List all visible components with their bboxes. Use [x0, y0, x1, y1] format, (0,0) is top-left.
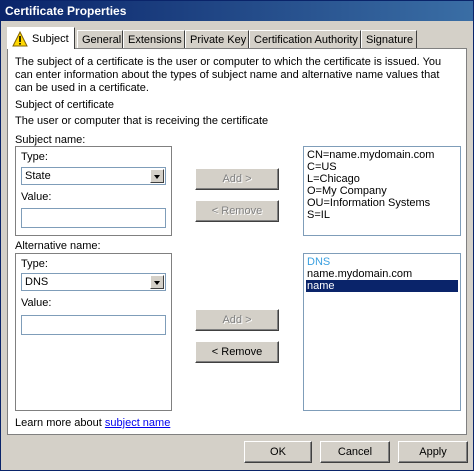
list-item[interactable]: L=Chicago [306, 173, 458, 185]
apply-button[interactable]: Apply [398, 441, 468, 463]
section-description: The user or computer that is receiving t… [15, 115, 269, 127]
list-group-header: DNS [307, 256, 331, 268]
section-title: Subject of certificate [15, 99, 115, 111]
learn-more: Learn more about subject name [15, 417, 170, 430]
subject-values-list[interactable]: CN=name.mydomain.com C=US L=Chicago O=My… [303, 146, 461, 236]
alternative-name-group: Type: DNS Value: [15, 253, 172, 411]
alt-type-select[interactable]: DNS [21, 273, 166, 291]
chevron-down-icon[interactable] [150, 275, 164, 289]
alt-type-label: Type: [21, 258, 48, 270]
subject-name-group: Type: State Value: [15, 146, 172, 236]
list-item[interactable]: name.mydomain.com [306, 268, 458, 280]
learn-more-prefix: Learn more about [15, 417, 105, 429]
subject-remove-button[interactable]: < Remove [195, 200, 279, 222]
tab-general[interactable]: General [77, 30, 123, 49]
tab-signature[interactable]: Signature [361, 30, 417, 49]
subject-panel: The subject of a certificate is the user… [7, 48, 467, 435]
list-item[interactable]: OU=Information Systems [306, 197, 458, 209]
list-item[interactable]: C=US [306, 161, 458, 173]
alt-remove-button[interactable]: < Remove [195, 341, 279, 363]
tab-extensions[interactable]: Extensions [123, 30, 185, 49]
list-item[interactable]: S=IL [306, 209, 458, 221]
tab-private-key[interactable]: Private Key [185, 30, 249, 49]
alt-value-input[interactable] [21, 315, 166, 335]
list-item-selected[interactable]: name [306, 280, 458, 292]
list-item[interactable]: CN=name.mydomain.com [306, 149, 458, 161]
alt-type-value: DNS [25, 276, 49, 288]
tab-label: Subject [32, 33, 69, 45]
subject-type-value: State [25, 170, 51, 182]
cancel-button[interactable]: Cancel [320, 441, 390, 463]
window-title: Certificate Properties [1, 1, 473, 21]
alternative-values-list[interactable]: DNS name.mydomain.com name [303, 253, 461, 411]
subject-value-label: Value: [21, 191, 52, 203]
intro-text: The subject of a certificate is the user… [15, 56, 442, 94]
subject-value-input[interactable] [21, 208, 166, 228]
alt-add-button[interactable]: Add > [195, 309, 279, 331]
certificate-properties-dialog: Certificate Properties Subject General E… [0, 0, 474, 471]
subject-add-button[interactable]: Add > [195, 168, 279, 190]
subject-type-label: Type: [21, 151, 48, 163]
list-item[interactable]: O=My Company [306, 185, 458, 197]
alt-value-label: Value: [21, 297, 52, 309]
tab-certification-authority[interactable]: Certification Authority [249, 30, 361, 49]
subject-type-select[interactable]: State [21, 167, 166, 185]
ok-button[interactable]: OK [244, 441, 312, 463]
tab-subject[interactable]: Subject [7, 27, 75, 49]
warning-icon [12, 31, 28, 47]
alternative-name-label: Alternative name: [15, 240, 101, 252]
chevron-down-icon[interactable] [150, 169, 164, 183]
subject-name-link[interactable]: subject name [105, 417, 170, 429]
